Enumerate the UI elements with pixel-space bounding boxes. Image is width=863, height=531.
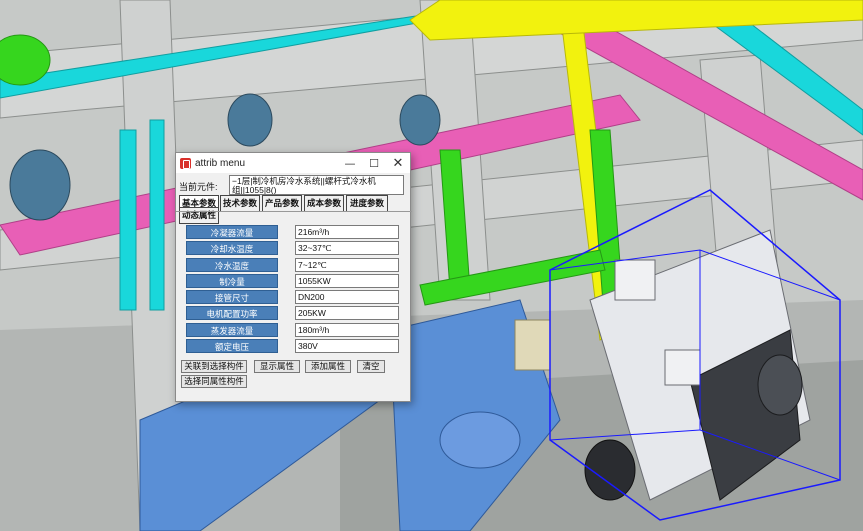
add-attrs-button[interactable]: 添加属性 [305, 360, 351, 373]
param-label: 额定电压 [186, 338, 278, 353]
window-title: attrib menu [195, 157, 246, 169]
param-value-field[interactable]: 216m³/h [295, 225, 399, 239]
tab-tech-params[interactable]: 技术参数 [220, 195, 260, 212]
params-table: 冷凝器流量 216m³/h 冷却水温度 32~37℃ 冷水温度 7~12℃ 制冷… [186, 225, 399, 355]
param-row: 电机配置功率 205KW [186, 306, 399, 322]
param-value-field[interactable]: 205KW [295, 306, 399, 321]
param-label: 电机配置功率 [186, 306, 278, 321]
param-row: 冷水温度 7~12℃ [186, 257, 399, 274]
clear-button[interactable]: 清空 [357, 360, 385, 373]
param-label: 冷凝器流量 [186, 225, 278, 239]
tab-product-params[interactable]: 产品参数 [262, 195, 302, 212]
param-row: 蒸发器流量 180m³/h [186, 322, 399, 339]
param-label: 冷水温度 [186, 257, 278, 272]
current-component-row: 当前元件: −1层|制冷机房冷水系统||螺杆式冷水机组||1055|8() [179, 175, 404, 195]
param-row: 额定电压 380V [186, 338, 399, 355]
close-button[interactable]: ✕ [386, 153, 410, 173]
current-component-label: 当前元件: [179, 182, 218, 192]
param-value-field[interactable]: 380V [295, 338, 399, 353]
param-value-field[interactable]: DN200 [295, 290, 399, 305]
tab-dynamic-attrs[interactable]: 动态属性 [179, 207, 219, 224]
param-row: 接管尺寸 DN200 [186, 290, 399, 306]
param-row: 冷却水温度 32~37℃ [186, 241, 399, 257]
attrib-window: attrib menu — ☐ ✕ 当前元件: −1层|制冷机房冷水系统||螺杆… [175, 152, 412, 402]
show-attrs-button[interactable]: 显示属性 [254, 360, 300, 373]
model-viewport[interactable] [0, 0, 863, 531]
tab-cost-params[interactable]: 成本参数 [304, 195, 344, 212]
param-label: 制冷量 [186, 273, 278, 288]
app-logo-icon [180, 157, 191, 169]
tab-divider [176, 211, 412, 212]
window-titlebar[interactable]: attrib menu — ☐ ✕ [176, 153, 410, 173]
minimize-button[interactable]: — [338, 153, 362, 173]
param-label: 冷却水温度 [186, 241, 278, 256]
maximize-button[interactable]: ☐ [362, 153, 386, 173]
link-to-selection-button[interactable]: 关联到选择构件 [181, 360, 247, 373]
param-row: 制冷量 1055KW [186, 273, 399, 290]
param-value-field[interactable]: 7~12℃ [295, 257, 399, 272]
param-label: 蒸发器流量 [186, 322, 278, 337]
current-component-field[interactable]: −1层|制冷机房冷水系统||螺杆式冷水机组||1055|8() [229, 175, 404, 195]
param-row: 冷凝器流量 216m³/h [186, 225, 399, 241]
param-value-field[interactable]: 32~37℃ [295, 241, 399, 256]
tab-schedule-params[interactable]: 进度参数 [346, 195, 388, 212]
select-same-attrs-button[interactable]: 选择同属性构件 [181, 375, 247, 388]
param-value-field[interactable]: 180m³/h [295, 322, 399, 337]
param-label: 接管尺寸 [186, 290, 278, 305]
param-value-field[interactable]: 1055KW [295, 273, 399, 288]
